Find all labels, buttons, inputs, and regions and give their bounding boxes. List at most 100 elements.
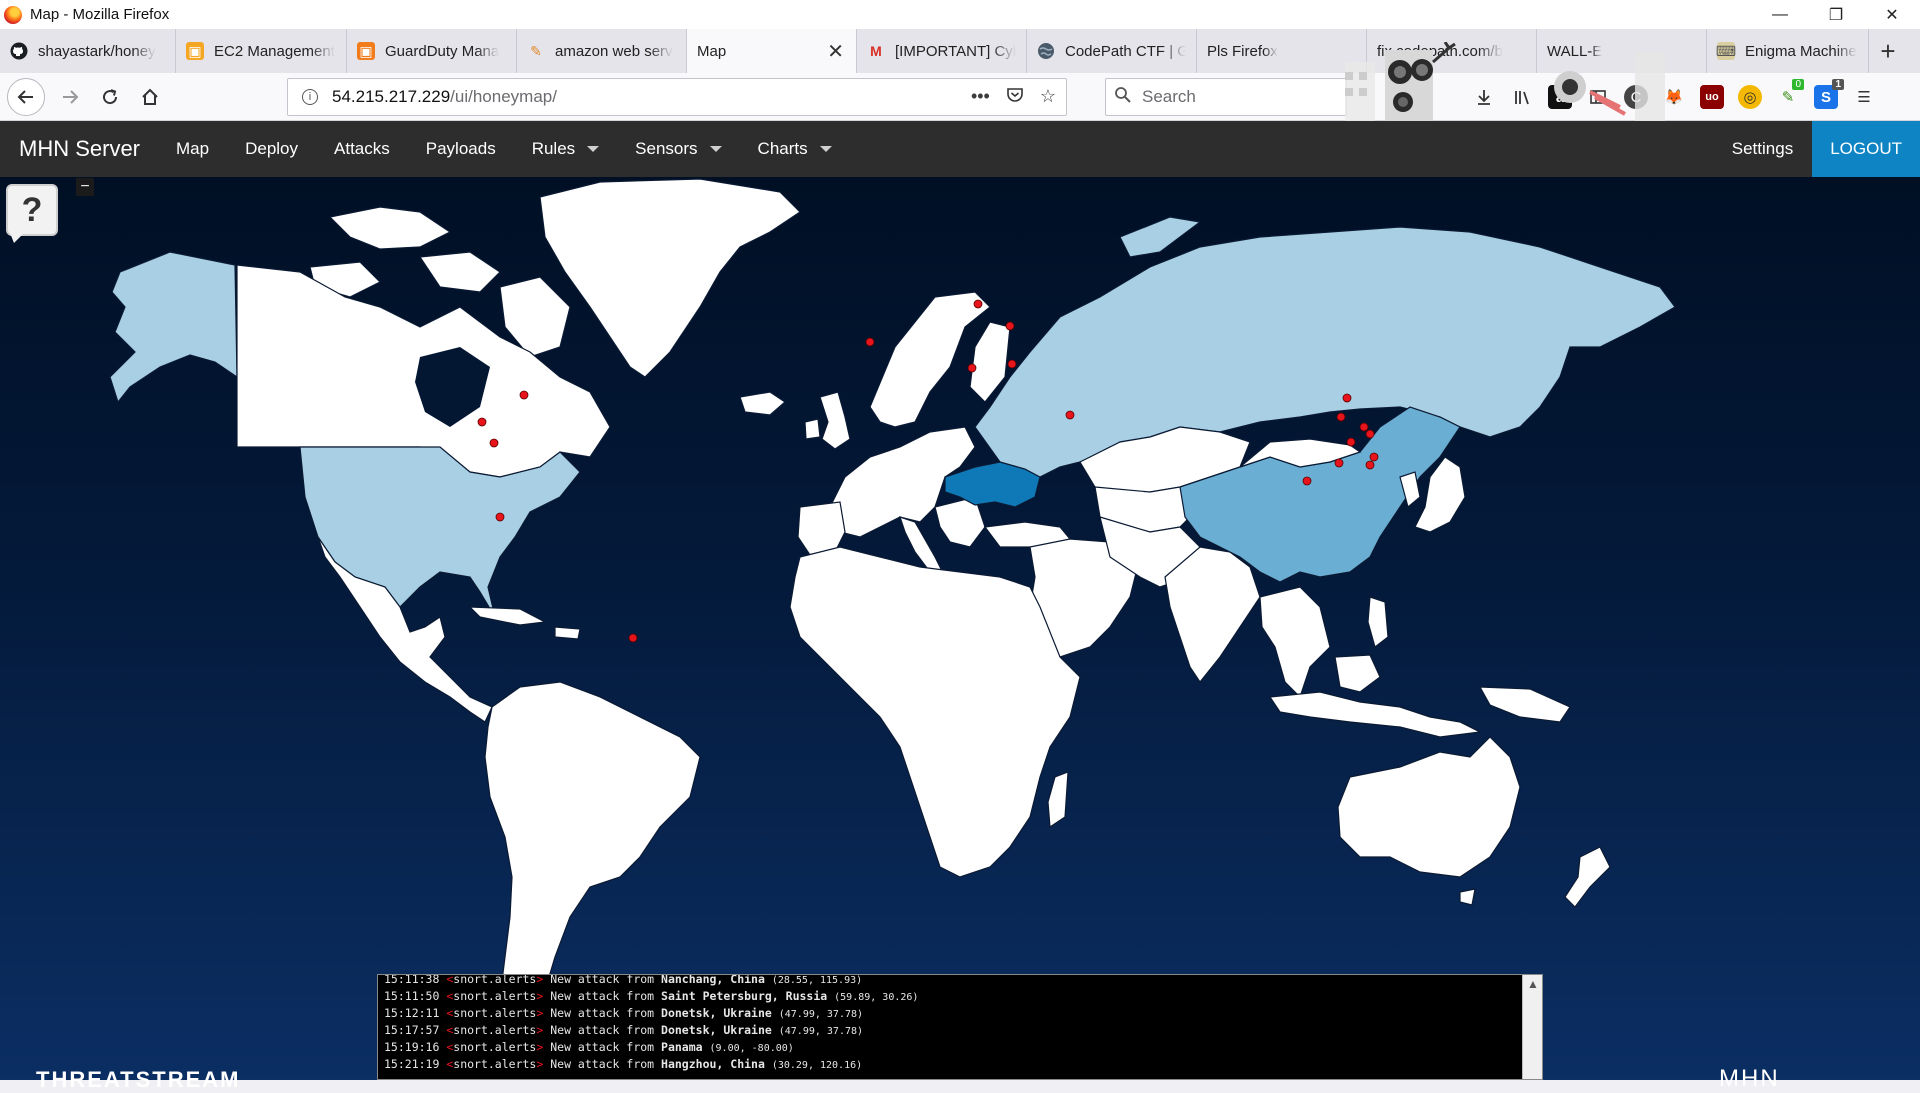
brand-link[interactable]: MHN Server <box>19 136 140 162</box>
help-button[interactable]: ? <box>6 184 58 236</box>
hamburger-menu-icon[interactable]: ☰ <box>1852 85 1876 109</box>
zoom-out-button[interactable]: − <box>76 178 94 196</box>
tab-ec2[interactable]: ▣ EC2 Management <box>176 29 347 73</box>
attack-marker <box>628 633 638 643</box>
nav-map[interactable]: Map <box>158 121 227 177</box>
arrow-left-icon <box>17 89 33 104</box>
attack-marker <box>495 512 505 522</box>
southeast-asia <box>1259 586 1331 699</box>
nav-label: Deploy <box>245 139 299 158</box>
extension-circle-icon[interactable]: C <box>1624 85 1648 109</box>
green-extension-icon[interactable]: ✎ 0 <box>1776 79 1804 109</box>
log-text: New attack from <box>550 1023 655 1037</box>
new-zealand <box>1564 846 1611 908</box>
log-scrollbar[interactable]: ▲ <box>1522 975 1542 1079</box>
nav-label: Sensors <box>635 139 698 158</box>
nav-deploy[interactable]: Deploy <box>227 121 316 177</box>
scroll-up-icon[interactable]: ▲ <box>1527 977 1539 991</box>
honey-extension-icon[interactable]: ◎ <box>1738 85 1762 109</box>
page-actions-icon[interactable]: ••• <box>971 86 990 109</box>
tab-enigma[interactable]: ⌨ Enigma Machine <box>1707 29 1869 73</box>
log-coords: (9.00, -80.00) <box>709 1043 794 1054</box>
settings-link[interactable]: Settings <box>1713 121 1812 177</box>
log-coords: (47.99, 37.78) <box>778 1026 864 1037</box>
site-navbar: MHN Server Map Deploy Attacks Payloads R… <box>0 121 1920 177</box>
alaska <box>109 251 238 404</box>
s-extension-icon[interactable]: S1 <box>1814 79 1844 109</box>
amazon-icon[interactable]: a <box>1548 85 1572 109</box>
minimize-button[interactable]: — <box>1752 0 1808 29</box>
close-window-button[interactable]: ✕ <box>1864 0 1920 29</box>
footer-mhn: MHN <box>1719 1065 1780 1092</box>
log-source: snort.alerts <box>453 974 537 986</box>
ublock-icon[interactable]: uo <box>1700 85 1724 109</box>
log-time: 15:21:19 <box>384 1057 440 1071</box>
nav-attacks[interactable]: Attacks <box>316 121 408 177</box>
pocket-icon[interactable] <box>1006 86 1024 109</box>
restore-button[interactable]: ❐ <box>1808 0 1864 29</box>
honeymap[interactable]: ? + − <box>0 177 1920 1080</box>
back-button[interactable] <box>7 77 45 116</box>
tab-gmail[interactable]: M [IMPORTANT] Cyb <box>857 29 1027 73</box>
hispaniola <box>554 626 581 640</box>
home-button[interactable] <box>133 80 167 114</box>
tab-label: Pls Firefox <box>1207 42 1278 60</box>
log-line: 15:12:11 <snort.alerts> New attack from … <box>384 1005 1518 1022</box>
log-line: 15:21:19 <snort.alerts> New attack from … <box>384 1056 1518 1073</box>
tab-label: GuardDuty Mana <box>385 42 500 60</box>
tab-amazon-search[interactable]: ✎ amazon web serv <box>517 29 687 73</box>
nav-charts-dropdown[interactable]: Charts <box>740 121 850 177</box>
log-bracket: > <box>536 1040 544 1054</box>
close-tab-icon[interactable]: ✕ <box>827 39 844 64</box>
tab-codepath-ctf[interactable]: CodePath CTF | G <box>1027 29 1197 73</box>
log-bracket: > <box>536 989 544 1003</box>
tab-codepath-fix[interactable]: fix.codepath.com/b <box>1367 29 1537 73</box>
nav-label: Attacks <box>334 139 390 158</box>
forward-button[interactable] <box>53 80 87 114</box>
gmail-icon: M <box>870 43 882 59</box>
enigma-icon: ⌨ <box>1715 42 1737 60</box>
tab-label: CodePath CTF | G <box>1065 42 1186 60</box>
site-info-icon[interactable]: i <box>302 89 318 105</box>
tab-label: amazon web serv <box>555 42 673 60</box>
caret-down-icon <box>709 146 722 152</box>
new-tab-button[interactable]: + <box>1869 29 1907 73</box>
logout-button[interactable]: LOGOUT <box>1812 121 1920 177</box>
address-bar[interactable]: i 54.215.217.229/ui/honeymap/ ••• ☆ <box>287 78 1067 116</box>
nav-sensors-dropdown[interactable]: Sensors <box>617 121 739 177</box>
url-text: 54.215.217.229/ui/honeymap/ <box>332 87 557 106</box>
reload-button[interactable] <box>93 80 127 114</box>
log-place: Hangzhou, China <box>661 1057 765 1071</box>
attack-marker <box>1007 359 1017 369</box>
tab-walle[interactable]: WALL-E <box>1537 29 1707 73</box>
attack-marker <box>1065 410 1075 420</box>
sidebar-icon[interactable] <box>1586 85 1610 109</box>
globe-icon <box>1037 42 1055 60</box>
log-text: New attack from <box>550 989 655 1003</box>
fox-extension-icon[interactable]: 🦊 <box>1662 85 1686 109</box>
search-bar[interactable]: Search <box>1105 78 1347 116</box>
nav-payloads[interactable]: Payloads <box>408 121 514 177</box>
new-guinea <box>1478 686 1571 723</box>
tab-label: [IMPORTANT] Cyb <box>895 42 1016 60</box>
tab-pls-firefox[interactable]: Pls Firefox <box>1197 29 1367 73</box>
madagascar <box>1047 771 1069 829</box>
log-source: snort.alerts <box>453 989 537 1003</box>
world-map <box>109 178 1676 1059</box>
download-icon[interactable] <box>1472 85 1496 109</box>
tab-guardduty[interactable]: ▣ GuardDuty Mana <box>347 29 517 73</box>
log-place: Saint Petersburg, Russia <box>661 989 828 1003</box>
tab-map[interactable]: Map ✕ <box>687 29 857 73</box>
attack-marker <box>1365 429 1375 439</box>
bookmark-star-icon[interactable]: ☆ <box>1040 86 1056 109</box>
google-icon: ✎ <box>530 42 542 59</box>
log-place: Donetsk, Ukraine <box>661 1006 772 1020</box>
ireland <box>804 418 821 440</box>
nav-rules-dropdown[interactable]: Rules <box>514 121 617 177</box>
attack-marker <box>1365 460 1375 470</box>
novaya-zemlya <box>1119 216 1202 258</box>
tab-github[interactable]: shayastark/honey <box>0 29 176 73</box>
attack-marker <box>519 390 529 400</box>
attack-log[interactable]: 15:11:38 <snort.alerts> New attack from … <box>377 974 1543 1080</box>
library-icon[interactable] <box>1510 85 1534 109</box>
